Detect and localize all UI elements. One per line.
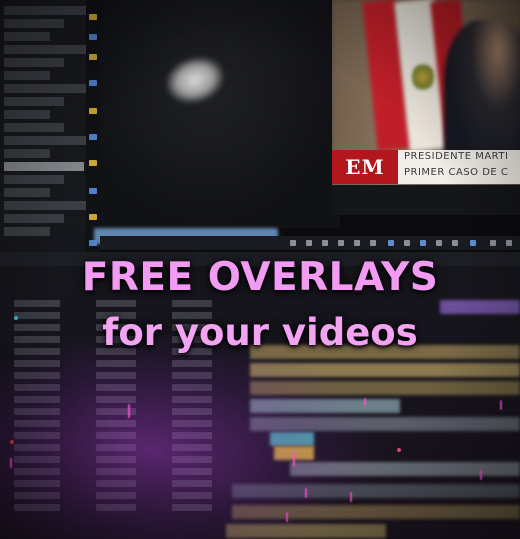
tool-icon[interactable] xyxy=(404,240,410,246)
particle xyxy=(293,452,295,466)
particle-dot xyxy=(397,448,401,452)
list-item[interactable] xyxy=(4,45,88,54)
particle xyxy=(305,488,307,498)
label-color-strip xyxy=(86,0,100,260)
list-item[interactable] xyxy=(4,71,51,80)
list-item[interactable] xyxy=(4,175,65,184)
list-item[interactable] xyxy=(4,214,65,223)
list-item[interactable] xyxy=(4,188,51,197)
list-item[interactable] xyxy=(4,84,88,93)
list-item[interactable] xyxy=(4,6,88,15)
headline-subtitle: for your videos xyxy=(102,311,418,354)
tool-icon[interactable] xyxy=(338,240,344,246)
tool-icon[interactable] xyxy=(490,240,496,246)
tool-icon[interactable] xyxy=(470,240,476,246)
lower-third-line2: PRIMER CASO DE C xyxy=(404,167,509,178)
particle xyxy=(350,492,352,502)
lower-third-line1: PRESIDENTE MARTI xyxy=(404,151,509,162)
list-item[interactable] xyxy=(4,149,51,158)
list-item[interactable] xyxy=(4,123,65,132)
tool-icon[interactable] xyxy=(322,240,328,246)
list-item[interactable] xyxy=(4,227,51,236)
particle-dot xyxy=(10,440,14,444)
purple-glow xyxy=(0,330,380,539)
label-chip[interactable] xyxy=(89,134,97,140)
label-chip[interactable] xyxy=(89,214,97,220)
tool-icon[interactable] xyxy=(452,240,458,246)
particle xyxy=(10,458,12,468)
tool-icon[interactable] xyxy=(420,240,426,246)
list-item[interactable] xyxy=(4,110,51,119)
list-item[interactable] xyxy=(4,32,51,41)
tool-icon[interactable] xyxy=(306,240,312,246)
list-item[interactable] xyxy=(4,136,88,145)
video-editor-screenshot: EM PRESIDENTE MARTI PRIMER CASO DE C FRE… xyxy=(0,0,520,539)
tool-icon[interactable] xyxy=(370,240,376,246)
flag-crest xyxy=(412,62,434,92)
news-logo: EM xyxy=(332,150,398,184)
project-item-list xyxy=(4,6,88,240)
tool-icon[interactable] xyxy=(388,240,394,246)
program-monitor-area xyxy=(332,185,520,215)
source-viewer[interactable] xyxy=(100,0,340,228)
tool-icon[interactable] xyxy=(436,240,442,246)
layer-parent[interactable] xyxy=(172,300,212,307)
list-item[interactable] xyxy=(4,58,65,67)
layer-switch[interactable] xyxy=(96,300,136,307)
particle xyxy=(286,512,288,522)
particle xyxy=(500,400,502,410)
label-chip[interactable] xyxy=(89,108,97,114)
presenter-figure xyxy=(444,20,520,170)
label-chip[interactable] xyxy=(89,188,97,194)
tool-icon[interactable] xyxy=(506,240,512,246)
list-item[interactable] xyxy=(4,201,88,210)
label-chip[interactable] xyxy=(89,14,97,20)
list-item[interactable] xyxy=(4,97,65,106)
label-chip[interactable] xyxy=(89,80,97,86)
tool-icon[interactable] xyxy=(290,240,296,246)
particle xyxy=(128,404,130,418)
layer-row[interactable] xyxy=(14,300,60,307)
label-chip[interactable] xyxy=(89,34,97,40)
program-monitor-news-frame[interactable]: EM PRESIDENTE MARTI PRIMER CASO DE C xyxy=(332,0,520,215)
particle xyxy=(364,398,366,406)
particle xyxy=(480,470,482,480)
tool-icon[interactable] xyxy=(354,240,360,246)
headline-title: FREE OVERLAYS xyxy=(81,255,439,300)
list-item-selected[interactable] xyxy=(4,162,84,171)
list-item[interactable] xyxy=(4,19,65,28)
label-chip[interactable] xyxy=(89,54,97,60)
label-chip[interactable] xyxy=(89,160,97,166)
